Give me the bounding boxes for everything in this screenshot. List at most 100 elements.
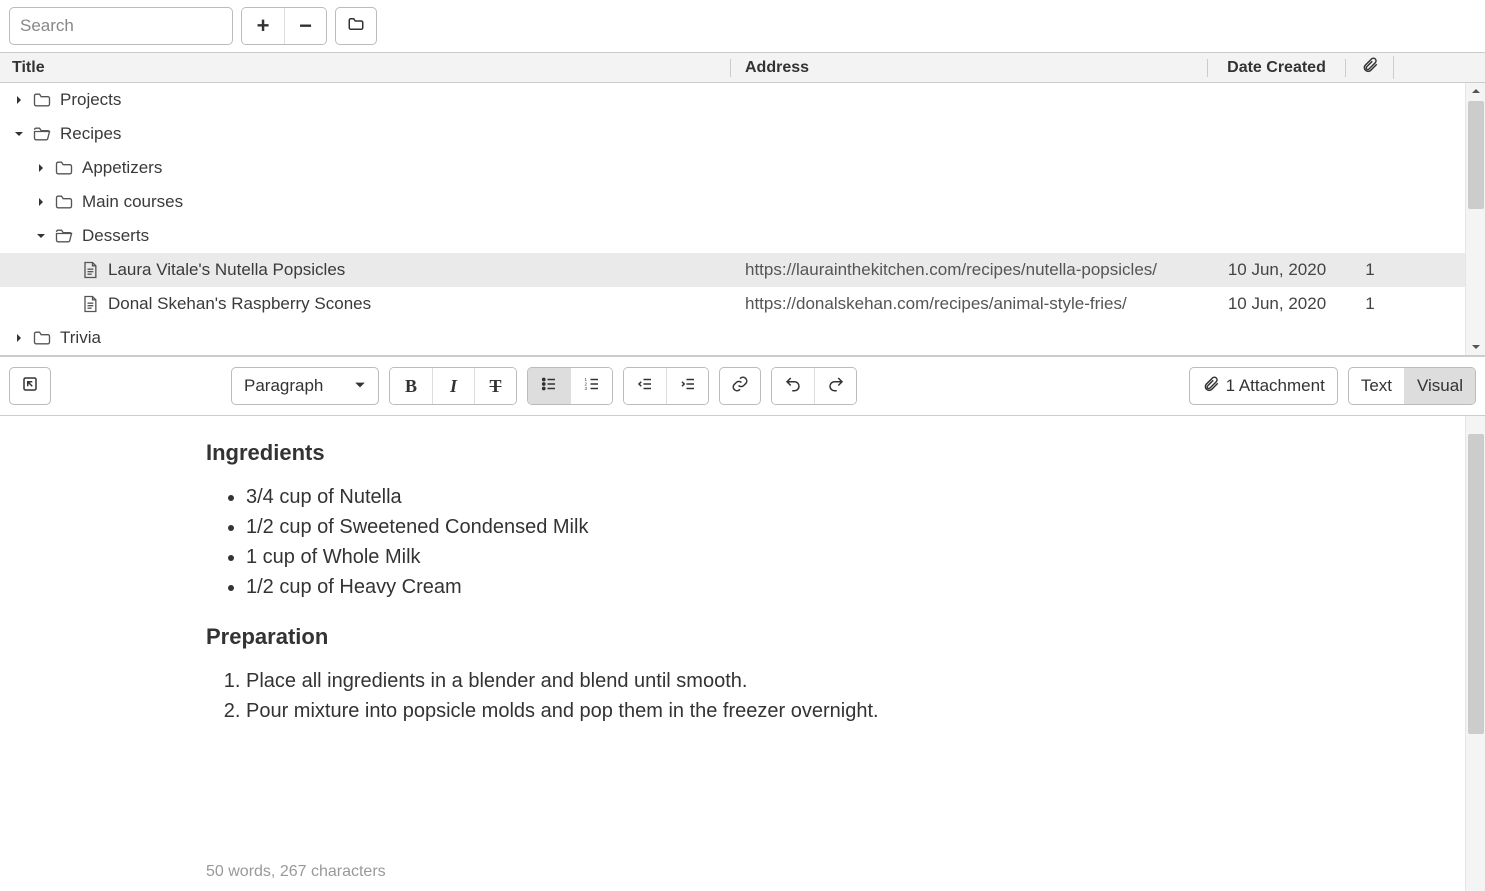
text-style-group: B I T xyxy=(389,367,517,405)
chevron-down-icon[interactable] xyxy=(34,229,48,243)
list-item: 3/4 cup of Nutella xyxy=(246,482,1465,512)
attachments-label: 1 Attachment xyxy=(1226,376,1325,396)
collapse-button[interactable] xyxy=(9,367,51,405)
tree-area: Projects Recipes Appetizers Main courses Des… xyxy=(0,83,1485,355)
mode-toggle: Text Visual xyxy=(1348,367,1476,405)
tree-item-attach-count: 1 xyxy=(1346,260,1394,280)
chevron-right-icon[interactable] xyxy=(34,195,48,209)
tree-row[interactable]: Laura Vitale's Nutella Popsicles https://… xyxy=(0,253,1465,287)
tree-item-date: 10 Jun, 2020 xyxy=(1208,294,1346,314)
outdent-icon xyxy=(636,375,654,397)
plus-icon: + xyxy=(257,13,270,39)
chevron-right-icon[interactable] xyxy=(34,161,48,175)
mode-visual-button[interactable]: Visual xyxy=(1404,368,1475,404)
numbered-list-button[interactable]: 123 xyxy=(570,368,612,404)
strikethrough-button[interactable]: T xyxy=(474,368,516,404)
folder-button[interactable] xyxy=(335,7,377,45)
collapse-icon xyxy=(21,375,39,397)
preparation-list: Place all ingredients in a blender and b… xyxy=(246,666,1465,726)
tree-row[interactable]: Main courses xyxy=(0,185,1465,219)
undo-icon xyxy=(784,375,802,397)
minus-icon: − xyxy=(299,13,312,39)
tree-item-date: 10 Jun, 2020 xyxy=(1208,260,1346,280)
tree-item-address: https://donalskehan.com/recipes/animal-s… xyxy=(731,294,1208,314)
top-toolbar: + − xyxy=(0,0,1485,53)
folder-icon xyxy=(347,15,365,37)
undo-button[interactable] xyxy=(772,368,814,404)
scroll-down-icon[interactable] xyxy=(1471,339,1481,355)
bullet-list-icon xyxy=(540,375,558,397)
status-bar: 50 words, 267 characters xyxy=(206,863,386,881)
tree-row[interactable]: Appetizers xyxy=(0,151,1465,185)
add-remove-group: + − xyxy=(241,7,327,45)
ingredients-list: 3/4 cup of Nutella1/2 cup of Sweetened C… xyxy=(246,482,1465,602)
list-item: 1 cup of Whole Milk xyxy=(246,542,1465,572)
scroll-thumb[interactable] xyxy=(1468,434,1484,734)
editor-area: Ingredients 3/4 cup of Nutella1/2 cup of… xyxy=(0,416,1485,891)
tree-body: Projects Recipes Appetizers Main courses Des… xyxy=(0,83,1465,355)
tree-row[interactable]: Trivia xyxy=(0,321,1465,355)
page-icon xyxy=(80,260,100,280)
paragraph-select-label: Paragraph xyxy=(244,376,323,396)
tree-item-label: Recipes xyxy=(60,124,121,144)
col-header-date[interactable]: Date Created xyxy=(1208,59,1346,77)
tree-item-label: Projects xyxy=(60,90,121,110)
chevron-right-icon[interactable] xyxy=(12,93,26,107)
col-header-address[interactable]: Address xyxy=(731,59,1208,77)
editor-content[interactable]: Ingredients 3/4 cup of Nutella1/2 cup of… xyxy=(0,416,1465,891)
col-header-attach[interactable] xyxy=(1346,56,1394,79)
tree-row[interactable]: Desserts xyxy=(0,219,1465,253)
tree-item-label: Desserts xyxy=(82,226,149,246)
redo-button[interactable] xyxy=(814,368,856,404)
remove-button[interactable]: − xyxy=(284,8,326,44)
link-button[interactable] xyxy=(719,367,761,405)
mode-text-button[interactable]: Text xyxy=(1349,368,1404,404)
list-group: 123 xyxy=(527,367,613,405)
paperclip-icon xyxy=(1361,61,1379,78)
scroll-thumb[interactable] xyxy=(1468,101,1484,209)
indent-button[interactable] xyxy=(666,368,708,404)
outdent-button[interactable] xyxy=(624,368,666,404)
folder-open-icon xyxy=(32,124,52,144)
list-item: Pour mixture into popsicle molds and pop… xyxy=(246,696,1465,726)
attachments-button[interactable]: 1 Attachment xyxy=(1189,367,1338,405)
bullet-list-button[interactable] xyxy=(528,368,570,404)
page-icon xyxy=(80,294,100,314)
grid-header: Title Address Date Created xyxy=(0,53,1485,83)
col-header-title[interactable]: Title xyxy=(0,59,731,77)
tree-item-label: Appetizers xyxy=(82,158,162,178)
link-icon xyxy=(731,375,749,397)
add-button[interactable]: + xyxy=(242,8,284,44)
chevron-down-icon[interactable] xyxy=(12,127,26,141)
tree-scrollbar[interactable] xyxy=(1465,83,1485,355)
tree-row[interactable]: Recipes xyxy=(0,117,1465,151)
tree-row[interactable]: Donal Skehan's Raspberry Sconeshttps://d… xyxy=(0,287,1465,321)
folder-open-icon xyxy=(54,226,74,246)
list-item: Place all ingredients in a blender and b… xyxy=(246,666,1465,696)
editor-scrollbar[interactable] xyxy=(1465,416,1485,891)
chevron-right-icon[interactable] xyxy=(12,331,26,345)
preparation-heading: Preparation xyxy=(206,624,1465,650)
tree-item-label: Laura Vitale's Nutella Popsicles xyxy=(108,260,345,280)
scroll-up-icon[interactable] xyxy=(1471,83,1481,99)
list-item: 1/2 cup of Heavy Cream xyxy=(246,572,1465,602)
paperclip-icon xyxy=(1202,375,1220,398)
tree-item-attach-count: 1 xyxy=(1346,294,1394,314)
ingredients-heading: Ingredients xyxy=(206,440,1465,466)
search-input[interactable] xyxy=(9,7,233,45)
indent-icon xyxy=(679,375,697,397)
chevron-down-icon xyxy=(354,376,366,396)
list-item: 1/2 cup of Sweetened Condensed Milk xyxy=(246,512,1465,542)
tree-item-address: https://laurainthekitchen.com/recipes/nu… xyxy=(731,260,1208,280)
editor-toolbar: Paragraph B I T 123 1 Atta xyxy=(0,357,1485,416)
bold-button[interactable]: B xyxy=(390,368,432,404)
folder-icon xyxy=(32,328,52,348)
italic-button[interactable]: I xyxy=(432,368,474,404)
tree-row[interactable]: Projects xyxy=(0,83,1465,117)
redo-icon xyxy=(827,375,845,397)
numbered-list-icon: 123 xyxy=(583,375,601,397)
paragraph-select[interactable]: Paragraph xyxy=(231,367,379,405)
indent-group xyxy=(623,367,709,405)
folder-icon xyxy=(54,192,74,212)
svg-text:3: 3 xyxy=(584,386,587,391)
